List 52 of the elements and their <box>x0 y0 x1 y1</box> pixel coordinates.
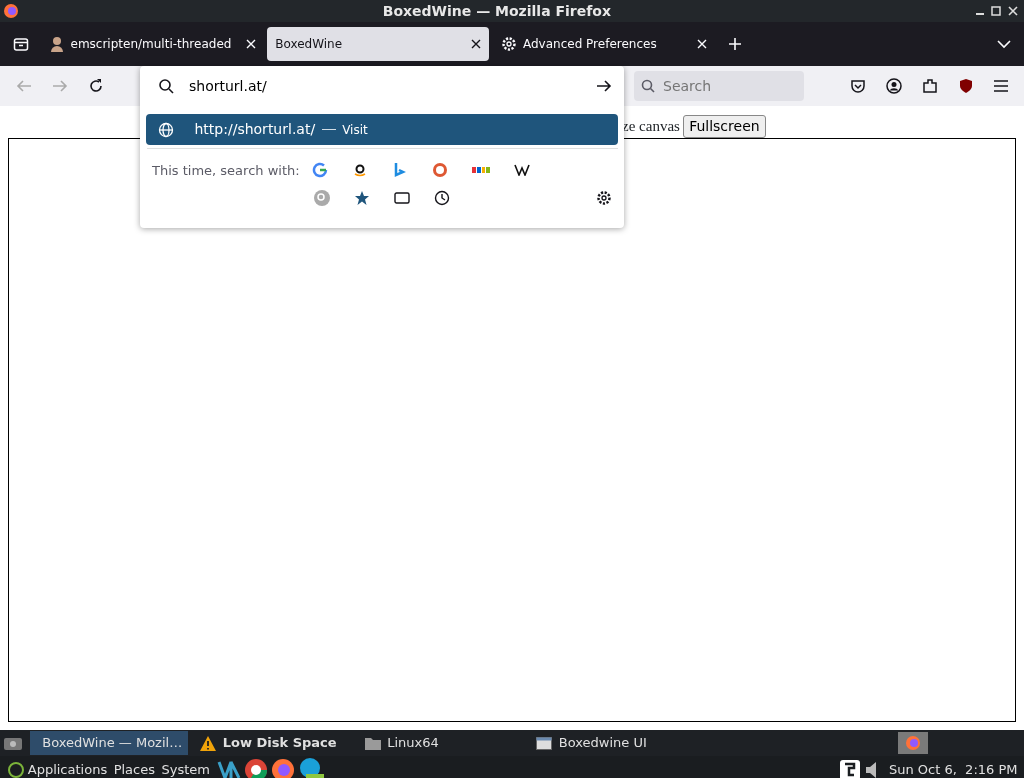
taskbar-window[interactable]: Linux64 <box>358 731 524 755</box>
tab-list-icon[interactable] <box>13 36 29 52</box>
tab[interactable]: BoxedWine <box>267 27 490 61</box>
close-icon[interactable] <box>471 39 482 49</box>
tab[interactable]: Advanced Preferences <box>492 27 715 61</box>
search-icon <box>640 79 655 93</box>
chrome-icon[interactable] <box>243 758 268 778</box>
bookmark-star-icon[interactable] <box>354 190 370 207</box>
firefox-icon <box>3 3 20 19</box>
puzzle-icon[interactable] <box>922 78 938 94</box>
search-input[interactable]: Search <box>661 74 781 98</box>
power-icon[interactable] <box>6 761 25 778</box>
menu-item[interactable]: Places <box>113 760 155 778</box>
avatar-icon <box>50 36 64 52</box>
chevron-down-icon[interactable] <box>997 39 1011 49</box>
history-icon[interactable] <box>434 190 450 207</box>
taskbar-window[interactable]: Low Disk Space <box>194 731 353 755</box>
new-tab-icon[interactable] <box>727 37 742 51</box>
account-icon[interactable] <box>886 78 902 94</box>
search-field[interactable]: Search <box>634 71 804 101</box>
settings-icon[interactable] <box>596 190 612 207</box>
dash-separator <box>321 129 336 130</box>
address-field[interactable]: shorturl.at/ <box>187 74 567 98</box>
pocket-icon[interactable] <box>850 78 866 94</box>
suggestion-row[interactable]: http://shorturl.at/ Visit <box>146 114 618 145</box>
tab[interactable]: emscripten/multi-threaded <box>42 27 264 61</box>
search-icon <box>158 78 174 94</box>
window-title: BoxedWine — Mozilla Firefox <box>382 1 611 21</box>
menu-icon[interactable] <box>994 80 1008 92</box>
suggestion-url: http://shorturl.at/ <box>194 120 316 139</box>
firefox-icon[interactable] <box>271 758 295 778</box>
arrow-right-icon[interactable] <box>596 79 612 93</box>
globe-icon <box>158 121 174 138</box>
clock[interactable]: Sun Oct 6, 2:16 PM <box>888 760 1018 778</box>
menu-item[interactable]: System <box>161 760 210 778</box>
warning-icon <box>200 735 217 751</box>
tabs-icon[interactable] <box>394 192 410 205</box>
suggestion-action: Visit <box>342 121 368 139</box>
search-with-label: This time, search with: <box>152 161 301 180</box>
taskbar-window[interactable]: BoxedWine — Mozil… <box>29 731 188 755</box>
taskbar-window[interactable]: Boxedwine UI <box>530 731 696 755</box>
window-icon <box>536 736 553 750</box>
edge-icon[interactable] <box>298 757 325 778</box>
gear-icon <box>500 36 517 52</box>
reload-icon[interactable] <box>88 78 104 94</box>
app-launcher-icon[interactable] <box>216 759 241 778</box>
fullscreen-button[interactable]: Fullscreen <box>683 114 766 138</box>
maximize-icon[interactable] <box>991 6 1001 16</box>
menu-item[interactable]: Applications <box>27 760 108 778</box>
shield-icon[interactable] <box>958 78 974 94</box>
show-desktop-icon[interactable] <box>3 735 24 751</box>
folder-icon <box>364 736 381 750</box>
